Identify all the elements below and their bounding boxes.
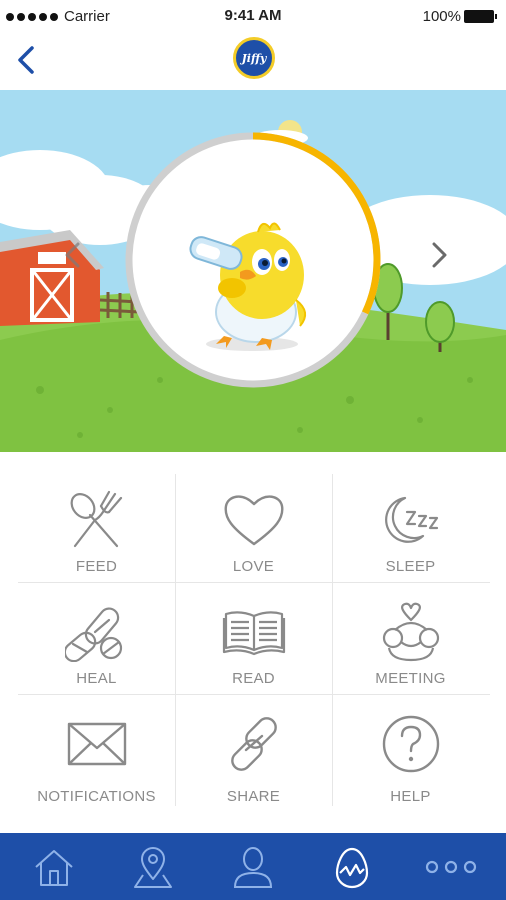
help-button[interactable]: HELP <box>332 694 489 806</box>
jiffy-logo: Jiffy <box>233 37 275 79</box>
more-icon <box>425 860 477 874</box>
battery-indicator: 100% <box>422 8 497 25</box>
feed-label: FEED <box>75 558 118 575</box>
tab-bar <box>0 833 506 900</box>
share-label: SHARE <box>226 788 281 805</box>
tab-map[interactable] <box>131 845 175 889</box>
chevron-right-icon <box>432 242 447 268</box>
chevron-left-icon <box>65 242 80 268</box>
action-grid: FEED LOVE SLEEP HEAL READ MEETING NOTIFI… <box>18 470 490 810</box>
read-button[interactable]: READ <box>175 582 332 694</box>
tab-egg[interactable] <box>330 845 374 889</box>
status-bar: Carrier 9:41 AM 100% <box>0 0 506 32</box>
pills-icon <box>65 607 123 662</box>
meeting-icon <box>382 602 440 662</box>
chevron-left-icon <box>18 46 34 74</box>
notifications-button[interactable]: NOTIFICATIONS <box>18 694 175 806</box>
next-scene-button[interactable] <box>424 238 454 272</box>
home-icon <box>35 850 73 886</box>
heal-button[interactable]: HEAL <box>18 582 175 694</box>
tab-more[interactable] <box>424 845 478 889</box>
hero-scene <box>0 90 506 452</box>
sleep-button[interactable]: SLEEP <box>332 470 489 582</box>
question-icon <box>382 715 440 773</box>
profile-icon <box>233 847 273 888</box>
egg-icon <box>335 847 369 889</box>
feed-button[interactable]: FEED <box>18 470 175 582</box>
prev-scene-button[interactable] <box>58 238 88 272</box>
love-button[interactable]: LOVE <box>175 470 332 582</box>
notifications-label: NOTIFICATIONS <box>37 788 156 805</box>
read-label: READ <box>232 670 275 687</box>
back-button[interactable] <box>12 40 42 80</box>
heart-icon <box>224 495 284 546</box>
heal-label: HEAL <box>76 670 117 687</box>
envelope-icon <box>67 722 127 766</box>
meeting-button[interactable]: MEETING <box>332 582 489 694</box>
tab-home[interactable] <box>32 845 76 889</box>
map-pin-icon <box>134 847 172 888</box>
tab-profile[interactable] <box>231 845 275 889</box>
battery-label: 100% <box>422 8 461 25</box>
link-icon <box>231 717 277 771</box>
book-icon <box>222 611 286 656</box>
share-button[interactable]: SHARE <box>175 694 332 806</box>
nav-bar: Jiffy <box>0 32 506 90</box>
battery-icon <box>464 10 497 23</box>
help-label: HELP <box>390 788 431 805</box>
love-label: LOVE <box>232 558 275 575</box>
logo-text: Jiffy <box>241 51 267 65</box>
sleep-label: SLEEP <box>385 558 436 575</box>
fork-spoon-icon <box>70 490 123 548</box>
moon-zzz-icon <box>385 496 439 543</box>
meeting-label: MEETING <box>375 670 446 687</box>
